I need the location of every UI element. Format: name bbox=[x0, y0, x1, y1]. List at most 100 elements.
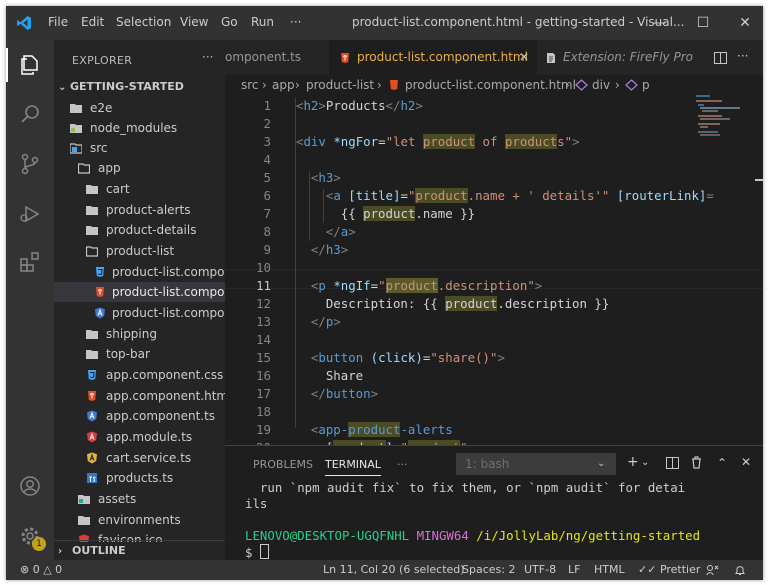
menu-selection[interactable]: Selection bbox=[116, 15, 171, 29]
source-control-icon[interactable] bbox=[18, 152, 42, 176]
prettier-status[interactable]: ✓✓ Prettier bbox=[638, 560, 700, 580]
close-panel-icon[interactable]: ✕ bbox=[741, 455, 751, 469]
code-line: {{ product.name }} bbox=[296, 206, 476, 221]
line-number: 2 bbox=[263, 116, 271, 131]
minimize-button[interactable]: — bbox=[644, 12, 674, 34]
angular-file-icon bbox=[87, 410, 97, 422]
menu-view[interactable]: View bbox=[180, 15, 208, 29]
terminal-line: ils bbox=[245, 496, 268, 511]
tree-folder-assets[interactable]: assets bbox=[54, 489, 225, 509]
breadcrumb-item[interactable]: product-list bbox=[306, 75, 374, 95]
breadcrumb-item[interactable]: product-list.component.html bbox=[405, 75, 576, 95]
editor-tabs: omponent.ts product-list.component.html … bbox=[225, 40, 763, 75]
tree-file-product-list-css[interactable]: product-list.compo... bbox=[54, 262, 225, 282]
menu-run[interactable]: Run bbox=[251, 15, 274, 29]
split-editor-icon[interactable] bbox=[714, 52, 727, 64]
tree-file-app-component-html[interactable]: app.component.html bbox=[54, 386, 225, 406]
breadcrumb-item[interactable]: div bbox=[592, 75, 610, 95]
tab-component-ts[interactable]: omponent.ts bbox=[225, 40, 325, 75]
breadcrumb-separator-icon: › bbox=[565, 78, 570, 92]
menu-more[interactable]: ··· bbox=[290, 15, 301, 29]
tree-file-products-ts[interactable]: products.ts bbox=[54, 468, 225, 488]
tree-file-app-component-ts[interactable]: app.component.ts bbox=[54, 406, 225, 426]
tab-terminal[interactable]: TERMINAL bbox=[325, 458, 381, 476]
menu-file[interactable]: File bbox=[48, 15, 68, 29]
tree-file-app-component-css[interactable]: app.component.css bbox=[54, 365, 225, 385]
breadcrumb: src › app › product-list › product-list.… bbox=[225, 75, 763, 95]
maximize-button[interactable]: ☐ bbox=[688, 12, 718, 34]
explorer-icon[interactable] bbox=[18, 53, 42, 77]
panel-more-icon[interactable]: ··· bbox=[397, 458, 408, 471]
maximize-panel-icon[interactable]: ⌃ bbox=[717, 456, 727, 470]
errors-indicator[interactable]: ⊗ 0 △ 0 bbox=[20, 560, 62, 580]
line-number: 10 bbox=[256, 260, 271, 275]
line-number: 6 bbox=[263, 188, 271, 203]
folder-open-icon bbox=[86, 246, 98, 257]
tab-extension-firefly[interactable]: Extension: FireFly Pro bbox=[541, 40, 701, 75]
tree-folder-top-bar[interactable]: top-bar bbox=[54, 344, 225, 364]
search-icon[interactable] bbox=[18, 102, 42, 126]
end-of-line[interactable]: LF bbox=[568, 560, 580, 580]
outline-label: OUTLINE bbox=[72, 544, 126, 557]
breadcrumb-item[interactable]: src bbox=[241, 75, 259, 95]
menu-go[interactable]: Go bbox=[221, 15, 238, 29]
extensions-icon[interactable] bbox=[18, 250, 42, 274]
prompt-env: MINGW64 bbox=[416, 528, 469, 543]
indentation[interactable]: Spaces: 2 bbox=[462, 560, 515, 580]
code-line: <a [title]="product.name + ' details'" [… bbox=[325, 188, 714, 203]
feedback-icon[interactable] bbox=[706, 564, 719, 576]
tree-folder-product-list[interactable]: product-list bbox=[54, 241, 225, 261]
language-mode[interactable]: HTML bbox=[594, 560, 625, 580]
tree-folder-src[interactable]: src bbox=[54, 138, 225, 158]
breadcrumb-item[interactable]: p bbox=[642, 75, 650, 95]
close-tab-icon[interactable]: ✕ bbox=[519, 40, 529, 75]
tree-file-cart-service-ts[interactable]: cart.service.ts bbox=[54, 448, 225, 468]
code-editor[interactable]: 1 2 3 4 5 6 7 8 9 10 11 12 13 14 15 16 1… bbox=[225, 95, 763, 445]
tree-folder-e2e[interactable]: e2e bbox=[54, 98, 225, 118]
tree-label: app.module.ts bbox=[106, 430, 193, 444]
folder-icon bbox=[86, 206, 98, 215]
new-terminal-icon[interactable]: + bbox=[627, 454, 639, 470]
workspace-root[interactable]: ⌄ GETTING-STARTED bbox=[58, 80, 184, 93]
angular-module-icon bbox=[87, 431, 97, 443]
run-debug-icon[interactable] bbox=[18, 202, 42, 226]
tab-product-list-html[interactable]: product-list.component.html ✕ bbox=[329, 40, 537, 75]
tree-folder-cart[interactable]: cart bbox=[54, 179, 225, 199]
tree-folder-product-details[interactable]: product-details bbox=[54, 220, 225, 240]
breadcrumb-item[interactable]: app bbox=[272, 75, 295, 95]
angular-file-icon bbox=[95, 307, 105, 319]
menu-edit[interactable]: Edit bbox=[81, 15, 104, 29]
chevron-down-icon[interactable]: ⌄ bbox=[641, 457, 649, 468]
tree-folder-app[interactable]: app bbox=[54, 158, 225, 178]
code-line: Share bbox=[296, 368, 364, 383]
prompt-symbol: $ bbox=[245, 545, 260, 560]
editor-more-actions-icon[interactable]: ··· bbox=[737, 49, 748, 63]
explorer-more-button[interactable]: ··· bbox=[202, 50, 213, 64]
outline-section[interactable]: › OUTLINE bbox=[54, 540, 225, 560]
prompt-path: /i/JollyLab/ng/getting-started bbox=[476, 528, 701, 543]
notifications-bell-icon[interactable] bbox=[734, 564, 746, 576]
terminal-cursor bbox=[259, 544, 269, 559]
account-icon[interactable] bbox=[18, 474, 42, 498]
folder-icon bbox=[86, 185, 98, 194]
close-window-button[interactable]: ✕ bbox=[730, 12, 760, 34]
terminal-input-line[interactable]: $ bbox=[245, 544, 269, 560]
folder-icon bbox=[70, 104, 82, 113]
tree-folder-shipping[interactable]: shipping bbox=[54, 324, 225, 344]
tree-folder-environments[interactable]: environments bbox=[54, 510, 225, 530]
terminal-select[interactable]: 1: bash ⌄ bbox=[456, 453, 616, 475]
tree-label: shipping bbox=[106, 327, 157, 341]
minimap[interactable] bbox=[696, 95, 744, 155]
tree-folder-product-alerts[interactable]: product-alerts bbox=[54, 200, 225, 220]
cursor-position[interactable]: Ln 11, Col 20 (6 selected) bbox=[323, 560, 465, 580]
encoding[interactable]: UTF-8 bbox=[524, 560, 556, 580]
tree-folder-node-modules[interactable]: node_modules bbox=[54, 118, 225, 138]
split-terminal-icon[interactable] bbox=[666, 457, 679, 469]
tree-label: cart.service.ts bbox=[106, 451, 192, 465]
trash-icon[interactable] bbox=[691, 456, 702, 469]
tab-label: product-list.component.html bbox=[357, 50, 528, 64]
tree-file-product-list-html[interactable]: product-list.compo... bbox=[54, 282, 225, 302]
tab-problems[interactable]: PROBLEMS bbox=[253, 458, 313, 471]
tree-file-app-module-ts[interactable]: app.module.ts bbox=[54, 427, 225, 447]
tree-file-product-list-ts[interactable]: product-list.compo... bbox=[54, 303, 225, 323]
